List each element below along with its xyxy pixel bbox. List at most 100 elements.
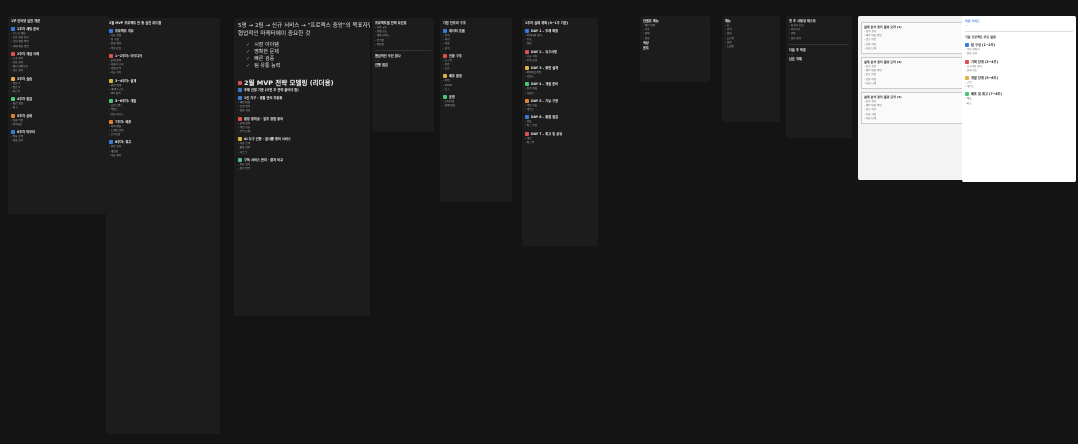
section: 3주차 실습 - 실습 1- 실습 2- 피드백 [11,76,105,95]
section: 배포 환경 - 서버 - CI/CD - 로그 [443,74,509,92]
bullet-icon [965,92,969,97]
list-line: - 확장성 [375,42,384,46]
card-col7: 컨셉트 메뉴 - 메인 화면 - 목록 - 상세 - 설정 색상 폰트 [640,16,710,82]
col4-sub2: 진행 점검 [375,63,388,68]
bullet-icon [11,27,15,31]
divider [965,31,1073,33]
section: 인증 구조 - 로그인 - 권한 - 토큰 [443,53,509,72]
section-line: - 회고 [965,101,972,105]
col1-sections: 1주차 세팅 준비 - 노트북 세팅 - 기본 개념 정리 - 가입 계정 확인 - 과… [11,27,105,143]
doc1-box: 설계 분석 정리 결과 요약 (3) - 항목 정리 - 세부 내용 확인 - 검토… [861,92,963,125]
section-line: - 테스트 [525,108,534,112]
bullet-icon [11,113,15,118]
section: 2주차 개념 이해 - 구조 파악 - 흐름 정리 - 예시 살펴보기 - 질문 정리 [11,51,105,74]
col4-lines: - 시장 규모 - 경쟁 강도 - 개발 난이도 - 수익성 - 확장성 [375,26,431,47]
col5-title: 기본 인프라 구조 [443,21,466,25]
divider [789,43,849,45]
doc1-lines: - 항목 정리 - 세부 내용 확인 - 검토 의견 - 보완 사항 - 다음 단계 [864,100,960,121]
doc2-note: ... [965,24,968,27]
section: 1~2주차: 아이디어 - 문제 정의 - 사용자 조사 - 경쟁 분석 - 기능 목록 [109,53,217,76]
section: DAY 3 – 화면 설계 - 와이어프레임 - 흐름도 [525,66,595,79]
section-line: - 흐름도 [525,75,534,79]
section-line: - 과제 제출 방법 [11,44,29,48]
section: 7주차: 배포 - 서버 세팅 - 도메인 연결 - 모니터링 [109,119,217,138]
section: 6주차 마무리 - 발표 준비 - 최종 정리 [11,130,105,143]
check-icon: ✓ [246,49,251,55]
card-col4: 프로젝트별 전략 요인표 - 시장 규모 - 경쟁 강도 - 개발 난이도 - 수익성… [372,18,434,132]
card-col9: 첫 주 사용성 테스트 - 참가자 모집 - 시나리오 - 관찰 - 결과 정리 다음… [786,16,852,138]
bullet-icon [109,29,113,33]
bullet-icon [525,115,529,120]
section-line: - 결정 [525,42,532,46]
doc1-lines: - 항목 정리 - 세부 내용 확인 - 검토 의견 - 보완 사항 - 다음 단계 [864,65,960,86]
bullet-icon [525,82,529,87]
section: 3~4주차: 설계 - 화면 설계 - 데이터 구조 - API 정의 [109,78,217,97]
bullet-icon [443,74,447,79]
section-line: - 테스트 [965,85,974,89]
main-headline: 2월 MVP 전략 모델링 (리더용) [238,78,366,88]
doc2-title: 기본 프로젝트 주요 일정 [965,35,996,40]
section-line: - 토큰 [443,67,450,71]
check-item: ✓ 팀 유통 능력 [246,63,281,69]
bullet-icon [965,43,969,48]
pin-icon [238,81,242,85]
doc2-sections: 팀 구성 (1~2주) - 역할 정하기 - 일정 공유기획 단계 (3~4주) - … [965,43,1073,106]
section: DAY 2 – 요구사항 - 기능 목록 - 우선 순위 [525,49,595,63]
section: 5~6주차: 개발 - 프론트엔드 - 백엔드 - 연동 테스트 [109,99,217,117]
bullet-icon [238,157,242,162]
bullet-icon [109,119,113,124]
section: 배포 및 회고 (7~8주) - 배포 - 회고 [965,92,1073,105]
col2-title: 2월 MVP 프로젝트 전 총 실전 로드맵 [109,21,162,25]
section-line: - 연동 테스트 [109,112,124,116]
col8-lines: - 홈- 검색 - 알림 - 프로필 - 설정 - 도움말 [725,24,777,49]
bullet-icon [443,95,447,100]
section: 1주차 세팅 준비 - 노트북 세팅 - 기본 개념 정리 - 가입 계정 확인 - 과… [11,27,105,49]
section-line: - 로그 [443,87,450,91]
list-line: - 다음 단계 [864,116,877,120]
bullet-icon [443,29,447,33]
section: AI 도구 선형 · 발사뽑 형의 서비스 - 기술 스택 - 활용 범위 - 리스크 [238,137,366,155]
section-line: - 피드백 [525,140,534,144]
section: 기획 단계 (3~4주) - 요구사항 정리 - 설계 검토 [965,59,1073,73]
bullet-icon [109,99,113,104]
main-intro-2: 협업적인 마케터에이 중요한 것 [238,31,311,37]
main-blocks: 1인 가구 · 생활 관리 자동화 - 해결 대상 - 진행 방식 - 검증 지표중장… [238,96,366,171]
card-main: 5명 → 2팀 → 신규 서비스 → "프로젝스 중앙"의 목표자연 협업적인 … [234,18,370,316]
section: 개발 단계 (5~6주) - 구현 - 테스트 [965,76,1073,89]
list-line: - 도움말 [725,45,734,49]
section: 팀 구성 (1~2주) - 역할 정하기 - 일정 공유 [965,43,1073,56]
section-line: - 역할 분담 [109,46,122,50]
bullet-icon [525,131,529,136]
section: DAY 6 – 통합 점검 - 연동 - 버그 수정 [525,115,595,128]
doc1-box: 설계 분석 정리 결과 요약 (2) - 항목 정리 - 세부 내용 확인 - 검토… [861,57,963,90]
card-col8: 메뉴 - 홈- 검색 - 알림 - 프로필 - 설정 - 도움말 [722,16,780,122]
bullet-icon [525,29,529,33]
section-line: - 다음 계획 [109,153,122,157]
col7-sub2: 폰트 [643,45,649,50]
section: 프로젝트 개요 - 목표 설정 - 팀 구성 - 일정 계획 - 역할 분담 [109,29,217,51]
section-line: - 기능 목록 [109,71,122,75]
col7-lines: - 메인 화면 - 목록 - 상세 - 설정 [643,24,707,41]
bullet-icon [11,130,15,135]
section-line: - 일정 공유 [965,52,978,56]
card-col1: 1부 인터넷 실전 개론 1주차 세팅 준비 - 노트북 세팅 - 기본 개념 정리… [8,16,108,214]
check-icon: ✓ [246,56,251,62]
section-line: - 피드백 [11,90,20,94]
section: DAY 4 – 개발 준비 - 환경 세팅 - 저장소 [525,82,595,95]
section: DAY 7 – 회고 및 공유 - 데모 - 피드백 [525,131,595,145]
section-line: - 정리 방식 [238,167,251,171]
bullet-icon [238,137,242,142]
section-line: - 출력 [443,46,450,50]
section-line: - 저장소 [525,91,534,95]
check-item: ✓ 명확한 문제 [246,49,279,55]
section: 중장 중하공 · 업프 경험 중의 - 문제 정의 - 핵심 기능 - 수익 모델 [238,116,366,135]
section-line: - 리스크 [238,150,247,154]
check-icon: ✓ [246,63,251,69]
check-icon: ✓ [246,42,251,48]
section: 4주차 점검 - 중간 점검 - 회고 [11,97,105,110]
main-subhead: 주제 선정 기준 (이런 주 전략 끌어야 함) [238,88,366,93]
bullet-icon [525,66,529,71]
bullet-icon [525,98,529,103]
list-line: - 다음 단계 [864,46,877,50]
section: 1인 가구 · 생활 관리 자동화 - 해결 대상 - 진행 방식 - 검증 지표 [238,96,366,114]
